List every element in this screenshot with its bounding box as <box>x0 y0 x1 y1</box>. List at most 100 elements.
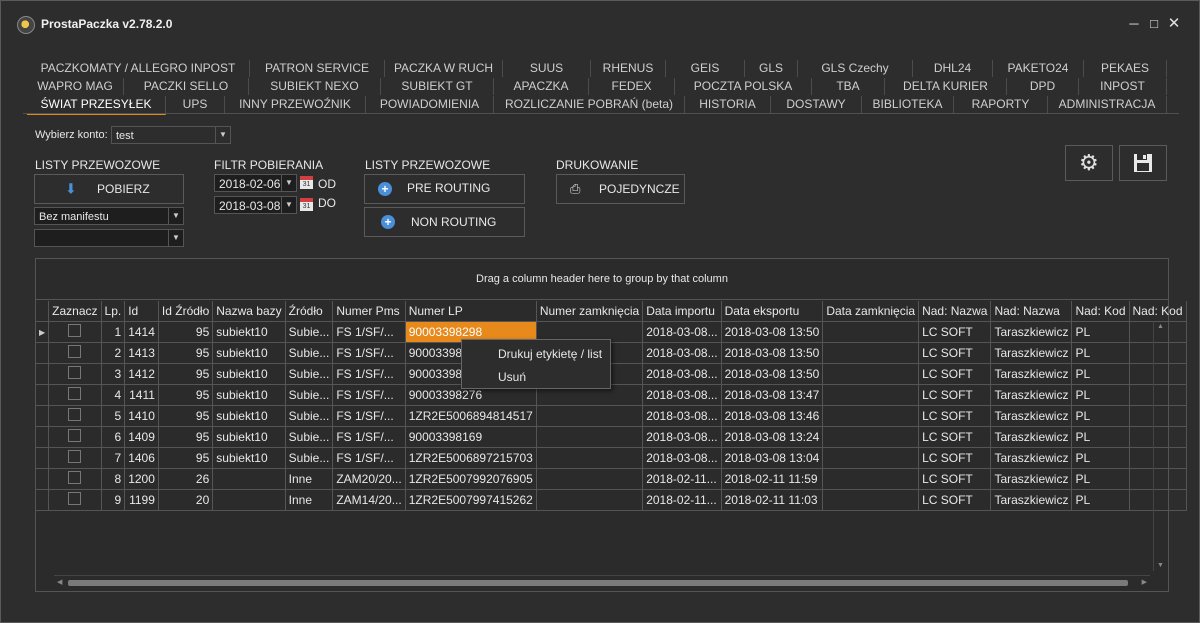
table-cell[interactable]: LC SOFT <box>918 342 992 364</box>
table-cell[interactable]: PL <box>1071 468 1130 490</box>
tab-ups[interactable]: UPS <box>166 96 225 113</box>
row-checkbox[interactable] <box>68 345 82 358</box>
table-cell[interactable]: PL <box>1071 426 1130 448</box>
table-cell[interactable]: FS 1/SF/... <box>332 405 406 427</box>
table-cell[interactable]: 2018-03-08... <box>642 426 722 448</box>
cell-zaznacz[interactable] <box>48 447 102 469</box>
table-cell[interactable]: 1412 <box>124 363 159 385</box>
tab-suus[interactable]: SUUS <box>503 60 591 77</box>
scroll-left-icon[interactable]: ◀ <box>57 578 62 586</box>
secondary-select[interactable]: ▼ <box>34 229 184 247</box>
column-header-nad-nazwa[interactable]: Nad: Nazwa <box>918 301 992 322</box>
tab-dostawy[interactable]: DOSTAWY <box>771 96 862 113</box>
table-cell[interactable]: FS 1/SF/... <box>332 363 406 385</box>
table-cell[interactable] <box>536 405 644 427</box>
table-cell[interactable]: 2 <box>101 342 126 364</box>
table-cell[interactable] <box>822 321 920 343</box>
download-button[interactable]: ⬇ POBIERZ <box>34 174 184 204</box>
table-cell[interactable]: 2018-02-11... <box>642 468 722 490</box>
table-cell[interactable]: 2018-03-08... <box>642 342 722 364</box>
tab-patron-service[interactable]: PATRON SERVICE <box>250 60 385 77</box>
row-checkbox[interactable] <box>68 366 82 379</box>
column-header-nad-kod[interactable]: Nad: Kod <box>1071 301 1130 322</box>
table-cell[interactable]: FS 1/SF/... <box>332 426 406 448</box>
table-cell[interactable]: subiekt10 <box>212 405 286 427</box>
column-header-data-zamkniecia[interactable]: Data zamknięcia <box>822 301 920 322</box>
table-cell[interactable]: 2018-03-08... <box>642 321 722 343</box>
table-cell[interactable]: 90003398169 <box>405 426 537 448</box>
table-cell[interactable] <box>212 468 286 490</box>
table-cell[interactable]: LC SOFT <box>918 468 992 490</box>
date-to-picker[interactable]: 2018-03-08 ▼ <box>214 196 297 214</box>
table-cell[interactable]: 20 <box>158 489 214 511</box>
table-cell[interactable]: Taraszkiewicz <box>990 384 1073 406</box>
table-cell[interactable]: 1409 <box>124 426 159 448</box>
table-cell[interactable]: Taraszkiewicz <box>990 342 1073 364</box>
table-cell[interactable]: Subie... <box>285 405 334 427</box>
table-cell[interactable] <box>536 426 644 448</box>
table-cell[interactable]: 1200 <box>124 468 159 490</box>
table-cell[interactable]: 3 <box>101 363 126 385</box>
row-checkbox[interactable] <box>68 387 82 400</box>
table-cell[interactable]: Taraszkiewicz <box>990 426 1073 448</box>
table-cell[interactable]: 1199 <box>124 489 159 511</box>
settings-button[interactable]: ⚙ <box>1065 145 1113 181</box>
table-cell[interactable]: 2018-02-11 11:59 <box>721 468 824 490</box>
minimize-button[interactable]: ─ <box>1125 15 1143 33</box>
tab-poczta-polska[interactable]: POCZTA POLSKA <box>675 78 812 95</box>
table-cell[interactable]: 1414 <box>124 321 159 343</box>
table-cell[interactable]: 7 <box>101 447 126 469</box>
horizontal-scrollbar[interactable]: ◀ ▶ <box>54 575 1150 590</box>
table-row[interactable]: 2 1413 95 subiekt10 Subie... FS 1/SF/... 90003… <box>36 342 1187 364</box>
tab-dhl24[interactable]: DHL24 <box>913 60 993 77</box>
table-cell[interactable] <box>536 468 644 490</box>
table-cell[interactable]: 2018-03-08... <box>642 405 722 427</box>
tab-wapro-mag[interactable]: WAPRO MAG <box>27 78 124 95</box>
table-cell[interactable]: 5 <box>101 405 126 427</box>
table-cell[interactable]: 95 <box>158 342 214 364</box>
table-row[interactable]: 6 1409 95 subiekt10 Subie... FS 1/SF/... 90003… <box>36 426 1187 448</box>
table-cell[interactable]: 1ZR2E5007992076905 <box>405 468 537 490</box>
tab-biblioteka[interactable]: BIBLIOTEKA <box>862 96 954 113</box>
table-cell[interactable]: Inne <box>285 468 334 490</box>
table-cell[interactable]: 95 <box>158 363 214 385</box>
cell-zaznacz[interactable] <box>48 489 102 511</box>
table-cell[interactable]: Subie... <box>285 426 334 448</box>
row-indicator[interactable] <box>36 426 50 448</box>
table-cell[interactable]: 2018-03-08 13:04 <box>721 447 824 469</box>
tab-paketo24[interactable]: PAKETO24 <box>993 60 1084 77</box>
table-cell[interactable]: PL <box>1071 321 1130 343</box>
table-cell[interactable]: 95 <box>158 384 214 406</box>
row-checkbox[interactable] <box>68 429 82 442</box>
cell-zaznacz[interactable] <box>48 363 102 385</box>
table-cell[interactable]: PL <box>1071 384 1130 406</box>
table-row[interactable]: 8 1200 26 Inne ZAM20/20... 1ZR2E5007992076905… <box>36 468 1187 490</box>
cell-zaznacz[interactable] <box>48 426 102 448</box>
tab-raporty[interactable]: RAPORTY <box>954 96 1048 113</box>
table-cell[interactable]: subiekt10 <box>212 426 286 448</box>
row-indicator[interactable]: ▶ <box>36 321 50 343</box>
cell-zaznacz[interactable] <box>48 321 102 343</box>
cell-zaznacz[interactable] <box>48 384 102 406</box>
row-checkbox[interactable] <box>68 408 82 421</box>
maximize-button[interactable]: □ <box>1145 15 1163 33</box>
table-row[interactable]: ▶ 1 1414 95 subiekt10 Subie... FS 1/SF/... 9000… <box>36 321 1187 343</box>
table-cell[interactable]: FS 1/SF/... <box>332 321 406 343</box>
table-row[interactable]: 9 1199 20 Inne ZAM14/20... 1ZR2E5007997415262… <box>36 489 1187 511</box>
row-checkbox[interactable] <box>68 324 82 337</box>
table-cell[interactable]: Subie... <box>285 321 334 343</box>
tab-subiekt-nexo[interactable]: SUBIEKT NEXO <box>249 78 381 95</box>
table-cell[interactable]: Inne <box>285 489 334 511</box>
column-header-zaznacz[interactable]: Zaznacz <box>48 301 102 322</box>
table-cell[interactable]: 26 <box>158 468 214 490</box>
table-cell[interactable]: 1406 <box>124 447 159 469</box>
save-button[interactable] <box>1119 145 1167 181</box>
tab-paczki-sello[interactable]: PACZKI SELLO <box>124 78 249 95</box>
tab-gls[interactable]: GLS <box>745 60 798 77</box>
scroll-right-icon[interactable]: ▶ <box>1142 578 1147 586</box>
table-cell[interactable]: ZAM20/20... <box>332 468 406 490</box>
tab-inpost[interactable]: INPOST <box>1079 78 1167 95</box>
table-cell[interactable]: 1ZR2E5006897215703 <box>405 447 537 469</box>
table-cell[interactable]: Subie... <box>285 384 334 406</box>
table-cell[interactable]: 95 <box>158 321 214 343</box>
